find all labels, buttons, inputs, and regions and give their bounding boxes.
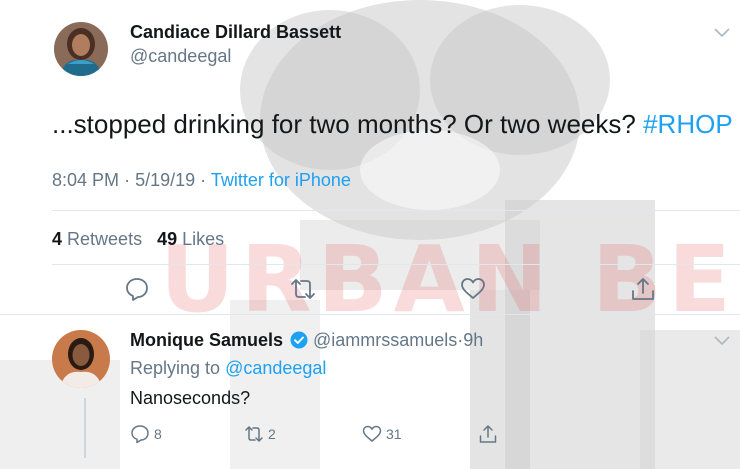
verified-badge-icon	[290, 331, 308, 349]
author-handle[interactable]: @candeegal	[130, 46, 231, 67]
retweet-icon	[245, 426, 263, 442]
reply-button[interactable]	[124, 276, 150, 302]
chevron-down-icon[interactable]	[714, 336, 730, 346]
author-name[interactable]: Candiace Dillard Bassett	[130, 22, 341, 43]
replying-to: Replying to @candeegal	[130, 358, 326, 379]
heart-icon	[362, 425, 382, 442]
retweets-count: 4	[52, 229, 63, 249]
likes-stat[interactable]: 49 Likes	[157, 229, 224, 249]
share-icon	[479, 425, 497, 443]
reply-display-name[interactable]: Monique Samuels	[130, 330, 283, 350]
divider	[52, 264, 740, 265]
chevron-down-icon[interactable]	[714, 28, 730, 38]
reply-like-button[interactable]: 31	[362, 424, 402, 444]
retweets-stat[interactable]: 4 Retweets	[52, 229, 142, 249]
replying-mention[interactable]: @candeegal	[225, 358, 326, 378]
tweet-source[interactable]: Twitter for iPhone	[211, 170, 351, 190]
meta-separator: ·	[200, 170, 207, 190]
divider	[0, 314, 740, 315]
hashtag-link[interactable]: #RHOP	[643, 109, 733, 139]
reply-icon	[131, 425, 149, 444]
reply-age[interactable]: 9h	[463, 330, 483, 350]
reply-reply-button[interactable]: 8	[130, 424, 162, 444]
reply-like-count: 31	[386, 426, 402, 442]
retweets-label: Retweets	[67, 229, 143, 249]
tweet-body: ...stopped drinking for two months? Or t…	[52, 109, 636, 139]
meta-separator: ·	[124, 170, 131, 190]
likes-label: Likes	[182, 229, 225, 249]
reply-reply-count: 8	[154, 426, 162, 442]
reply-retweet-count: 2	[268, 426, 276, 442]
thread-line	[84, 398, 86, 458]
likes-count: 49	[157, 229, 178, 249]
reply-text: Nanoseconds?	[130, 388, 251, 408]
reply-share-button[interactable]	[478, 424, 498, 444]
share-icon	[632, 278, 654, 300]
like-button[interactable]	[460, 276, 486, 302]
replying-prefix: Replying to	[130, 358, 221, 378]
retweet-button[interactable]	[290, 276, 316, 302]
display-name[interactable]: Candiace Dillard Bassett	[130, 22, 341, 42]
reply-author-avatar[interactable]	[52, 330, 110, 388]
reply-header: Monique Samuels @iammrssamuels·9h	[130, 330, 483, 351]
share-button[interactable]	[630, 276, 656, 302]
reply-icon	[126, 278, 148, 301]
heart-icon	[461, 278, 485, 299]
tweet-text: ...stopped drinking for two months? Or t…	[52, 109, 733, 140]
tweet-meta: 8:04 PM · 5/19/19 · Twitter for iPhone	[52, 170, 351, 191]
author-avatar[interactable]	[54, 22, 108, 76]
reply-retweet-button[interactable]: 2	[244, 424, 276, 444]
divider	[52, 210, 740, 211]
reply-handle[interactable]: @iammrssamuels	[313, 330, 457, 350]
tweet-time[interactable]: 8:04 PM	[52, 170, 119, 190]
tweet-stats: 4 Retweets 49 Likes	[52, 229, 224, 250]
retweet-icon	[291, 279, 315, 299]
tweet-date[interactable]: 5/19/19	[135, 170, 195, 190]
